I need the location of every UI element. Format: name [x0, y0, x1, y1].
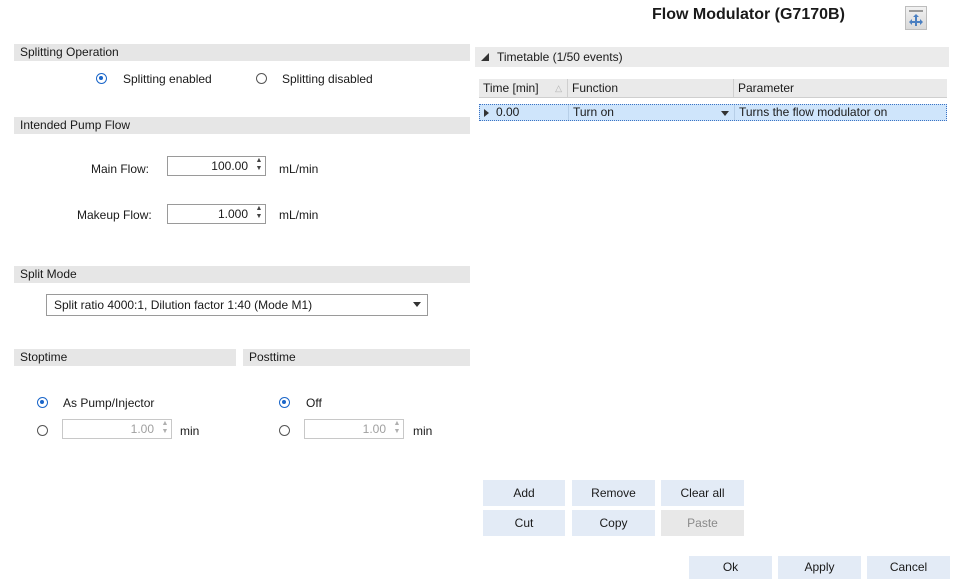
copy-button[interactable]: Copy — [572, 510, 655, 536]
paste-button[interactable]: Paste — [661, 510, 744, 536]
spin-arrows-icon[interactable]: ▲ ▼ — [252, 157, 265, 175]
spin-arrows-icon[interactable]: ▲ ▼ — [252, 205, 265, 223]
add-button[interactable]: Add — [483, 480, 565, 506]
timetable-header[interactable]: Timetable (1/50 events) — [475, 47, 949, 67]
split-mode-header: Split Mode — [14, 266, 470, 283]
column-header-parameter[interactable]: Parameter — [734, 79, 947, 97]
posttime-custom-radio[interactable] — [279, 425, 290, 439]
main-flow-unit: mL/min — [279, 162, 319, 176]
posttime-header: Posttime — [243, 349, 470, 366]
stoptime-header: Stoptime — [14, 349, 236, 366]
split-mode-selected: Split ratio 4000:1, Dilution factor 1:40… — [54, 298, 313, 312]
chevron-down-icon — [413, 302, 421, 307]
radio-selected-icon — [279, 397, 290, 408]
remove-button[interactable]: Remove — [572, 480, 655, 506]
stoptime-as-pump-label[interactable]: As Pump/Injector — [63, 396, 154, 410]
radio-unselected-icon — [256, 73, 267, 84]
clear-all-button[interactable]: Clear all — [661, 480, 744, 506]
spin-arrows-icon[interactable]: ▲ ▼ — [158, 420, 171, 438]
apply-button[interactable]: Apply — [778, 556, 861, 579]
posttime-off-radio[interactable] — [279, 397, 290, 411]
ok-button[interactable]: Ok — [689, 556, 772, 579]
posttime-unit: min — [413, 424, 433, 438]
posttime-value[interactable]: 1.00 — [305, 422, 390, 436]
column-header-function[interactable]: Function — [568, 79, 734, 97]
cell-function[interactable]: Turn on — [569, 105, 735, 120]
timetable-column-headers: Time [min] △ Function Parameter — [479, 79, 947, 98]
splitting-enabled-radio[interactable] — [96, 73, 107, 87]
timetable-title: Timetable (1/50 events) — [497, 50, 623, 64]
cancel-button[interactable]: Cancel — [867, 556, 950, 579]
splitting-enabled-label[interactable]: Splitting enabled — [123, 72, 212, 86]
splitting-operation-header: Splitting Operation — [14, 44, 470, 61]
flow-modulator-icon — [905, 6, 927, 30]
splitting-disabled-radio[interactable] — [256, 73, 267, 87]
makeup-flow-unit: mL/min — [279, 208, 319, 222]
posttime-off-label[interactable]: Off — [306, 396, 322, 410]
stoptime-value[interactable]: 1.00 — [63, 422, 158, 436]
cell-time[interactable]: 0.00 — [480, 105, 569, 120]
makeup-flow-value[interactable]: 1.000 — [168, 207, 252, 221]
radio-unselected-icon — [37, 425, 48, 436]
makeup-flow-stepper[interactable]: 1.000 ▲ ▼ — [167, 204, 266, 224]
chevron-down-icon[interactable] — [721, 111, 729, 116]
main-flow-value[interactable]: 100.00 — [168, 159, 252, 173]
makeup-flow-label: Makeup Flow: — [77, 208, 152, 222]
sort-ascending-icon: △ — [555, 83, 562, 93]
main-flow-label: Main Flow: — [91, 162, 150, 176]
main-flow-stepper[interactable]: 100.00 ▲ ▼ — [167, 156, 266, 176]
collapse-triangle-icon[interactable] — [481, 53, 489, 61]
current-row-icon — [484, 109, 489, 117]
splitting-disabled-label[interactable]: Splitting disabled — [282, 72, 373, 86]
window-title: Flow Modulator (G7170B) — [652, 6, 845, 23]
posttime-stepper[interactable]: 1.00 ▲ ▼ — [304, 419, 404, 439]
radio-selected-icon — [96, 73, 107, 84]
stoptime-as-pump-radio[interactable] — [37, 397, 48, 411]
column-header-time[interactable]: Time [min] △ — [479, 79, 568, 97]
stoptime-unit: min — [180, 424, 200, 438]
cut-button[interactable]: Cut — [483, 510, 565, 536]
radio-selected-icon — [37, 397, 48, 408]
split-mode-select[interactable]: Split ratio 4000:1, Dilution factor 1:40… — [46, 294, 428, 316]
spin-arrows-icon[interactable]: ▲ ▼ — [390, 420, 403, 438]
stoptime-custom-radio[interactable] — [37, 425, 48, 439]
stoptime-stepper[interactable]: 1.00 ▲ ▼ — [62, 419, 172, 439]
radio-unselected-icon — [279, 425, 290, 436]
intended-pump-flow-header: Intended Pump Flow — [14, 117, 470, 134]
table-row[interactable]: 0.00 Turn on Turns the flow modulator on — [479, 104, 947, 121]
cell-parameter[interactable]: Turns the flow modulator on — [735, 105, 946, 120]
